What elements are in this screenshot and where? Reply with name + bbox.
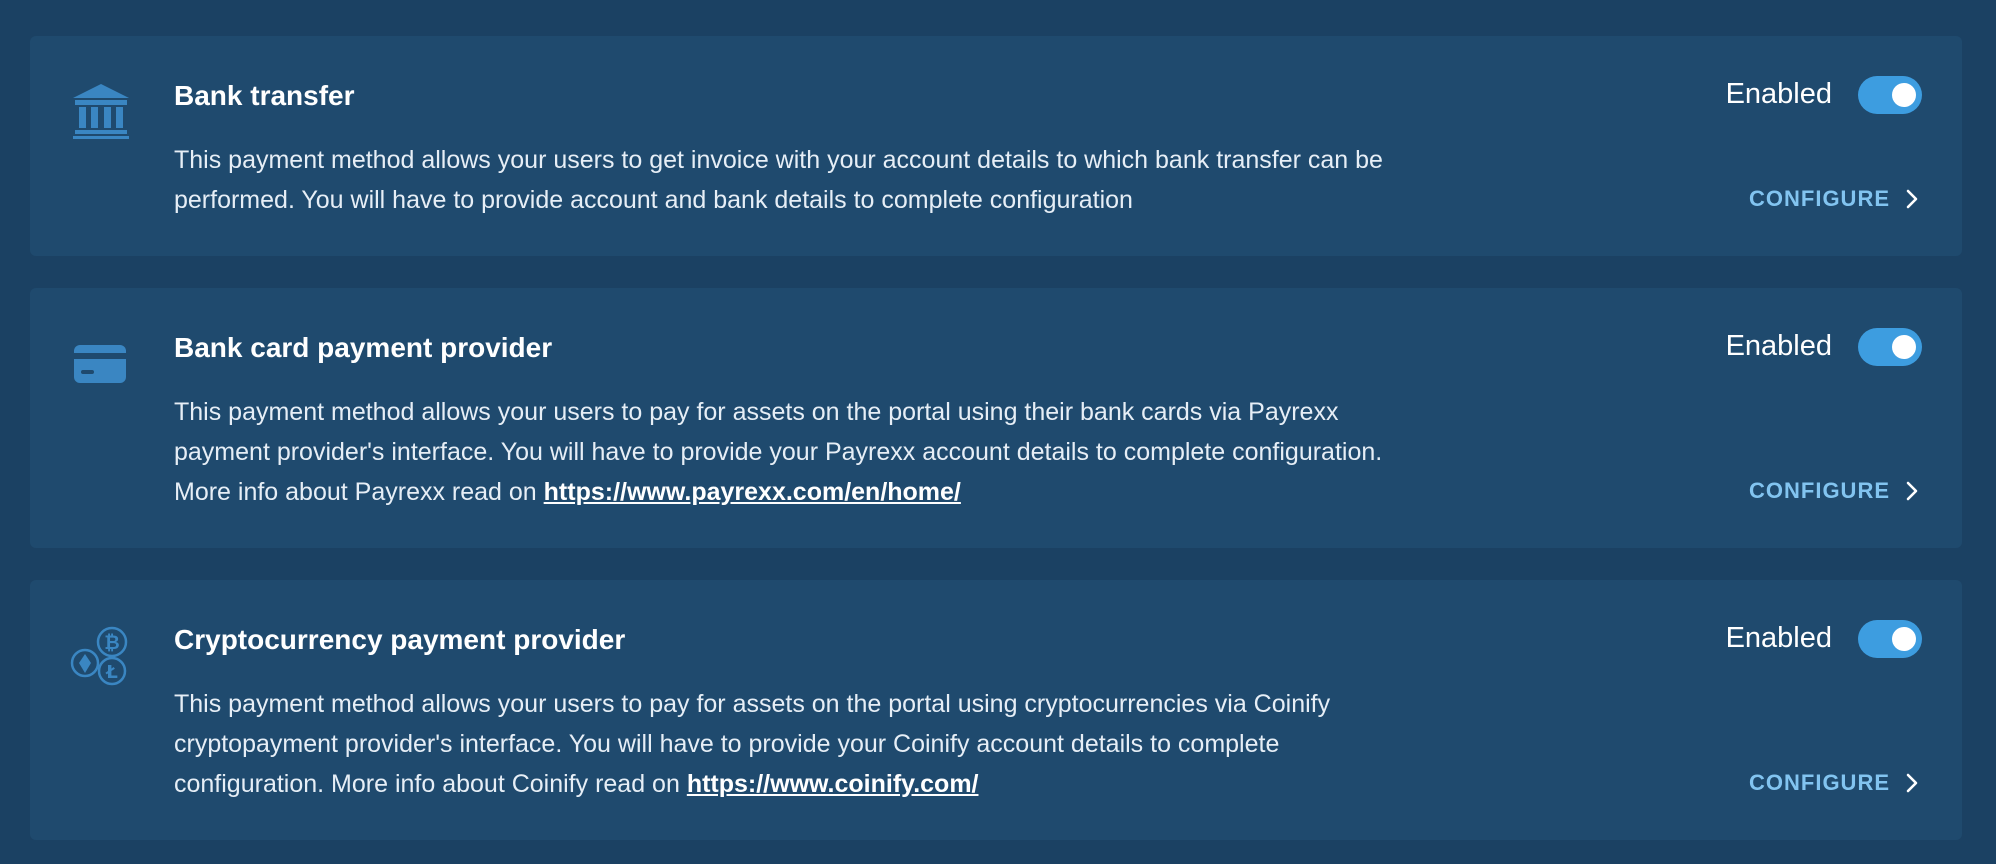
payment-method-card-bank-transfer: Bank transfer This payment method allows… <box>30 36 1962 256</box>
status-label: Enabled <box>1725 78 1832 110</box>
configure-button[interactable]: CONFIGURE <box>1749 186 1918 212</box>
coinify-link[interactable]: https://www.coinify.com/ <box>687 770 979 798</box>
toggle-knob <box>1892 83 1916 107</box>
toggle-knob <box>1892 627 1916 651</box>
status-label: Enabled <box>1725 330 1832 362</box>
payment-method-title: Cryptocurrency payment provider <box>174 624 626 655</box>
enabled-toggle[interactable] <box>1858 76 1922 114</box>
configure-button[interactable]: CONFIGURE <box>1749 770 1918 796</box>
configure-button[interactable]: CONFIGURE <box>1749 478 1918 504</box>
payment-method-description: This payment method allows your users to… <box>174 398 1383 506</box>
chevron-right-icon <box>1906 189 1918 209</box>
configure-label: CONFIGURE <box>1749 770 1890 795</box>
payment-method-card-cryptocurrency: ₿ Ł Cryptocurrency payment provider This… <box>30 580 1962 840</box>
toggle-knob <box>1892 335 1916 359</box>
payment-method-title: Bank card payment provider <box>174 332 553 363</box>
chevron-right-icon <box>1906 773 1918 793</box>
payment-method-description: This payment method allows your users to… <box>174 690 1331 798</box>
chevron-right-icon <box>1906 481 1918 501</box>
configure-label: CONFIGURE <box>1749 186 1890 211</box>
payment-method-description: This payment method allows your users to… <box>174 146 1383 214</box>
enabled-toggle[interactable] <box>1858 328 1922 366</box>
payment-method-card-bank-card: Bank card payment provider This payment … <box>30 288 1962 548</box>
svg-text:Ł: Ł <box>105 662 118 683</box>
enabled-toggle[interactable] <box>1858 620 1922 658</box>
svg-text:₿: ₿ <box>104 632 119 654</box>
payment-method-title: Bank transfer <box>174 80 355 111</box>
bank-icon <box>70 80 132 142</box>
crypto-coins-icon: ₿ Ł <box>70 624 132 686</box>
payrexx-link[interactable]: https://www.payrexx.com/en/home/ <box>544 478 961 506</box>
credit-card-icon <box>70 332 132 394</box>
status-label: Enabled <box>1725 622 1832 654</box>
configure-label: CONFIGURE <box>1749 478 1890 503</box>
